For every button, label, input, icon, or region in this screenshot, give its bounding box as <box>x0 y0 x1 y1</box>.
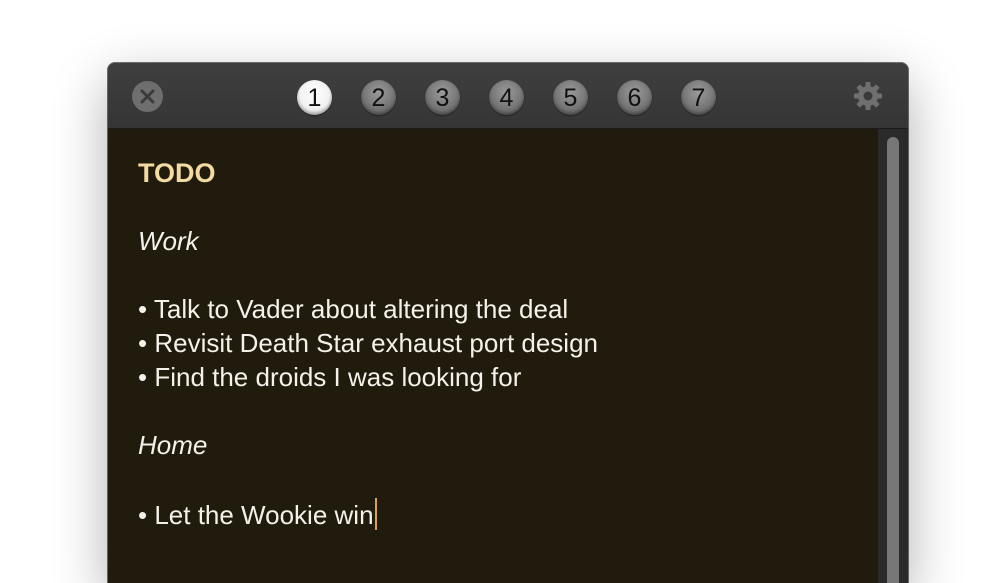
list-item: • Revisit Death Star exhaust port design <box>138 328 599 358</box>
close-button[interactable] <box>132 81 163 112</box>
tab-6[interactable]: 6 <box>617 80 652 115</box>
note-editor[interactable]: TODO Work • Talk to Vader about altering… <box>108 129 878 583</box>
tab-7-label: 7 <box>691 84 706 112</box>
section-title-work: Work <box>138 226 199 256</box>
tab-1-label: 1 <box>307 84 322 112</box>
list-item: • Talk to Vader about altering the deal <box>138 294 569 324</box>
text-caret <box>374 498 377 530</box>
titlebar: 1 2 3 4 5 6 7 <box>108 63 908 129</box>
close-icon <box>140 89 155 104</box>
list-item: • Find the droids I was looking for <box>138 362 522 392</box>
settings-button[interactable] <box>852 80 884 112</box>
tab-3[interactable]: 3 <box>425 80 460 115</box>
tab-1[interactable]: 1 <box>297 80 332 115</box>
tab-3-label: 3 <box>435 84 450 112</box>
section-title-home: Home <box>138 430 208 460</box>
scroll-thumb[interactable] <box>887 137 899 583</box>
tab-7[interactable]: 7 <box>681 80 716 115</box>
tab-4[interactable]: 4 <box>489 80 524 115</box>
list-item: • Let the Wookie win <box>138 500 374 530</box>
tab-2[interactable]: 2 <box>361 80 396 115</box>
scrollbar[interactable] <box>877 129 908 583</box>
list-item-with-caret: • Let the Wookie win <box>138 498 377 531</box>
gear-icon <box>854 82 882 110</box>
tab-4-label: 4 <box>499 84 514 112</box>
tab-5-label: 5 <box>563 84 578 112</box>
tab-2-label: 2 <box>371 84 386 112</box>
app-window: 1 2 3 4 5 6 7 TODO Work • Talk to Vader … <box>108 63 908 583</box>
tab-5[interactable]: 5 <box>553 80 588 115</box>
note-heading: TODO <box>138 158 216 188</box>
tab-6-label: 6 <box>627 84 642 112</box>
